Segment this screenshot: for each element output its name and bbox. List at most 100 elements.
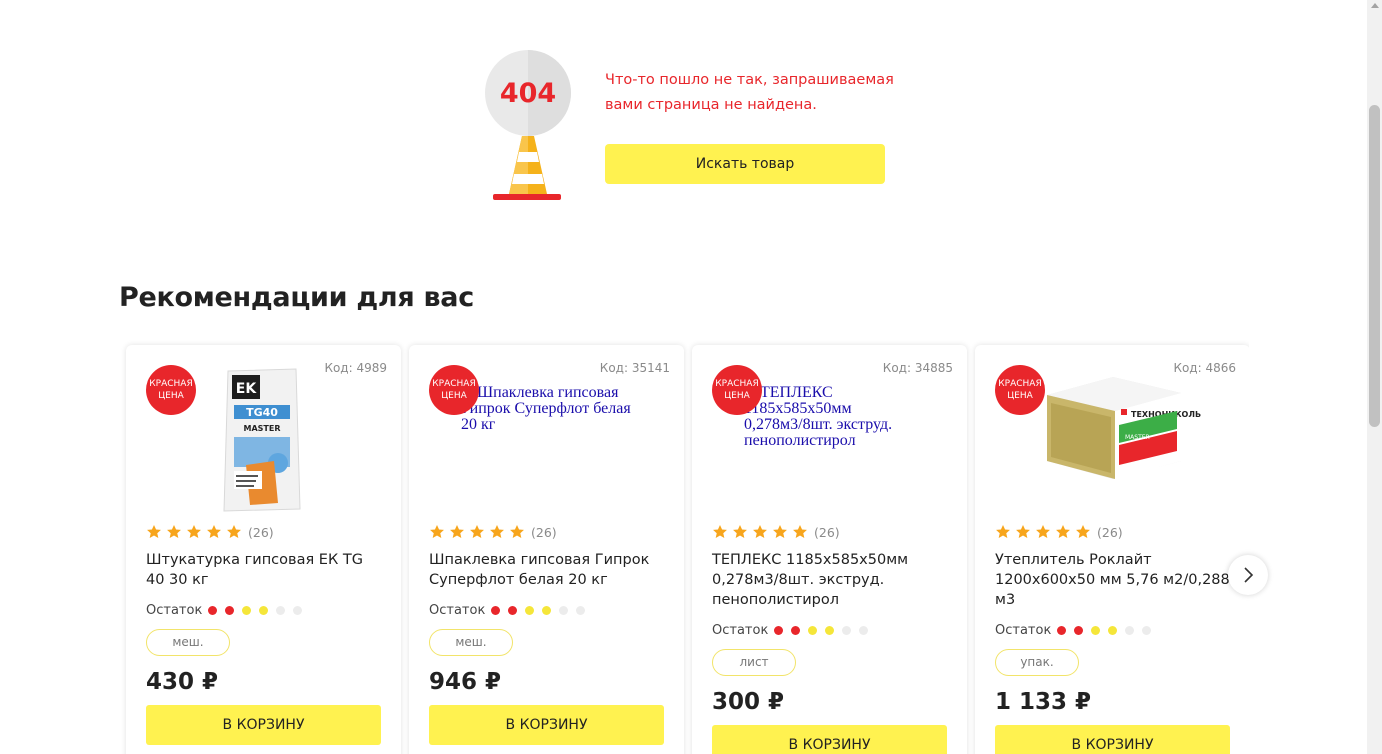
product-price: 1 133 ₽ [995, 689, 1092, 715]
stock-indicator: Остаток [995, 622, 1230, 638]
error-404-block: 404 Что-то пошло не так, запрашиваемая в… [485, 50, 905, 205]
scroll-up-arrow-icon[interactable] [1371, 3, 1379, 8]
stock-level-dot [208, 605, 218, 615]
stock-label: Остаток [995, 622, 1052, 638]
badge-line2: ЦЕНА [1007, 391, 1033, 401]
stock-level-dot [791, 625, 801, 635]
product-rating: (26) [995, 523, 1230, 541]
review-count: (26) [1097, 524, 1123, 540]
star-icon [449, 524, 465, 540]
product-card[interactable]: КРАСНАЯ ЦЕНА Код: 35141 Шпаклевка гипсовая … [409, 345, 684, 754]
red-price-badge: КРАСНАЯ ЦЕНА [429, 365, 479, 415]
stock-level-dot [808, 625, 818, 635]
product-rating: (26) [429, 523, 664, 541]
stock-level-dot [542, 605, 552, 615]
product-card[interactable]: КРАСНАЯ ЦЕНА Код: 34885 ТЕПЛЕКС 1185х585х50… [692, 345, 967, 754]
red-price-badge: КРАСНАЯ ЦЕНА [995, 365, 1045, 415]
stock-indicator: Остаток [712, 622, 947, 638]
product-name[interactable]: Шпаклевка гипсовая Гипрок Суперфлот бела… [429, 550, 664, 590]
stock-level-dot [842, 625, 852, 635]
product-name[interactable]: Утеплитель Роклайт 1200х600х50 мм 5,76 м… [995, 550, 1230, 610]
stock-level-dot [774, 625, 784, 635]
product-price: 300 ₽ [712, 689, 785, 715]
product-price: 946 ₽ [429, 669, 502, 695]
product-image-alt-text[interactable]: ТЕПЛЕКС 1185х585х50мм 0,278м3/8шт. экстр… [744, 385, 914, 449]
stock-level-dot [1108, 625, 1118, 635]
product-price: 430 ₽ [146, 669, 219, 695]
star-icon [1075, 524, 1091, 540]
unit-selector[interactable]: упак. [995, 649, 1079, 676]
unit-selector[interactable]: лист [712, 649, 796, 676]
stock-level-dot [508, 605, 518, 615]
recommendations-title: Рекомендации для вас [119, 282, 474, 313]
product-card[interactable]: КРАСНАЯЦЕНАКод: 4866ТЕХНОНИКОЛЬMASTER(26… [975, 345, 1249, 754]
product-name[interactable]: Штукатурка гипсовая ЕК TG 40 30 кг [146, 550, 381, 590]
star-icon [226, 524, 242, 540]
star-icon [166, 524, 182, 540]
stock-level-dot [293, 605, 303, 615]
product-rating: (26) [712, 523, 947, 541]
add-to-cart-button[interactable]: В КОРЗИНУ [712, 725, 947, 754]
product-name[interactable]: ТЕПЛЕКС 1185х585х50мм 0,278м3/8шт. экстр… [712, 550, 947, 610]
stock-level-dot [559, 605, 569, 615]
star-icon [429, 524, 445, 540]
stock-label: Остаток [429, 602, 486, 618]
stock-level-dot [1057, 625, 1067, 635]
star-icon [995, 524, 1011, 540]
stock-level-dot [1142, 625, 1152, 635]
stock-level-dot [1091, 625, 1101, 635]
unit-selector[interactable]: меш. [429, 629, 513, 656]
stock-level-dot [225, 605, 235, 615]
stock-indicator: Остаток [146, 602, 381, 618]
star-icon [712, 524, 728, 540]
error-message: Что-то пошло не так, запрашиваемая вами … [605, 72, 894, 113]
badge-line1: КРАСНАЯ [432, 379, 476, 389]
star-icon [469, 524, 485, 540]
carousel-next-button[interactable] [1228, 555, 1268, 595]
badge-line1: КРАСНАЯ [149, 379, 193, 389]
product-card[interactable]: КРАСНАЯ ЦЕНА Код: 4989 EK TG40 MASTER (26) Штук… [126, 345, 401, 754]
star-icon [792, 524, 808, 540]
stock-indicator: Остаток [429, 602, 664, 618]
search-product-button[interactable]: Искать товар [605, 144, 885, 184]
svg-text:MASTER: MASTER [244, 424, 281, 433]
add-to-cart-button[interactable]: В КОРЗИНУ [429, 705, 664, 745]
star-icon [186, 524, 202, 540]
product-image-alt-text[interactable]: Шпаклевка гипсовая Гипрок Суперфлот бела… [461, 385, 631, 433]
product-rating: (26) [146, 523, 381, 541]
stock-level-dot [491, 605, 501, 615]
unit-selector[interactable]: меш. [146, 629, 230, 656]
chevron-right-icon [1244, 567, 1254, 583]
badge-line2: ЦЕНА [441, 391, 467, 401]
stock-level-dot [242, 605, 252, 615]
stock-level-dot [576, 605, 586, 615]
badge-line2: ЦЕНА [724, 391, 750, 401]
stock-level-dot [259, 605, 269, 615]
review-count: (26) [248, 524, 274, 540]
add-to-cart-button[interactable]: В КОРЗИНУ [995, 725, 1230, 754]
svg-text:TG40: TG40 [246, 406, 278, 419]
error-code: 404 [500, 78, 556, 109]
star-icon [1055, 524, 1071, 540]
stock-label: Остаток [712, 622, 769, 638]
stock-level-dot [1074, 625, 1084, 635]
badge-line1: КРАСНАЯ [715, 379, 759, 389]
add-to-cart-button[interactable]: В КОРЗИНУ [146, 705, 381, 745]
stock-level-dot [525, 605, 535, 615]
scrollbar-thumb[interactable] [1369, 105, 1380, 427]
stock-level-dot [859, 625, 869, 635]
page-scrollbar[interactable] [1367, 0, 1382, 754]
badge-line2: ЦЕНА [158, 391, 184, 401]
review-count: (26) [814, 524, 840, 540]
star-icon [1035, 524, 1051, 540]
star-icon [752, 524, 768, 540]
star-icon [509, 524, 525, 540]
star-icon [146, 524, 162, 540]
svg-text:MASTER: MASTER [1125, 434, 1150, 441]
svg-text:EK: EK [236, 381, 258, 397]
stock-label: Остаток [146, 602, 203, 618]
stock-level-dot [276, 605, 286, 615]
star-icon [772, 524, 788, 540]
badge-line1: КРАСНАЯ [998, 379, 1042, 389]
review-count: (26) [531, 524, 557, 540]
